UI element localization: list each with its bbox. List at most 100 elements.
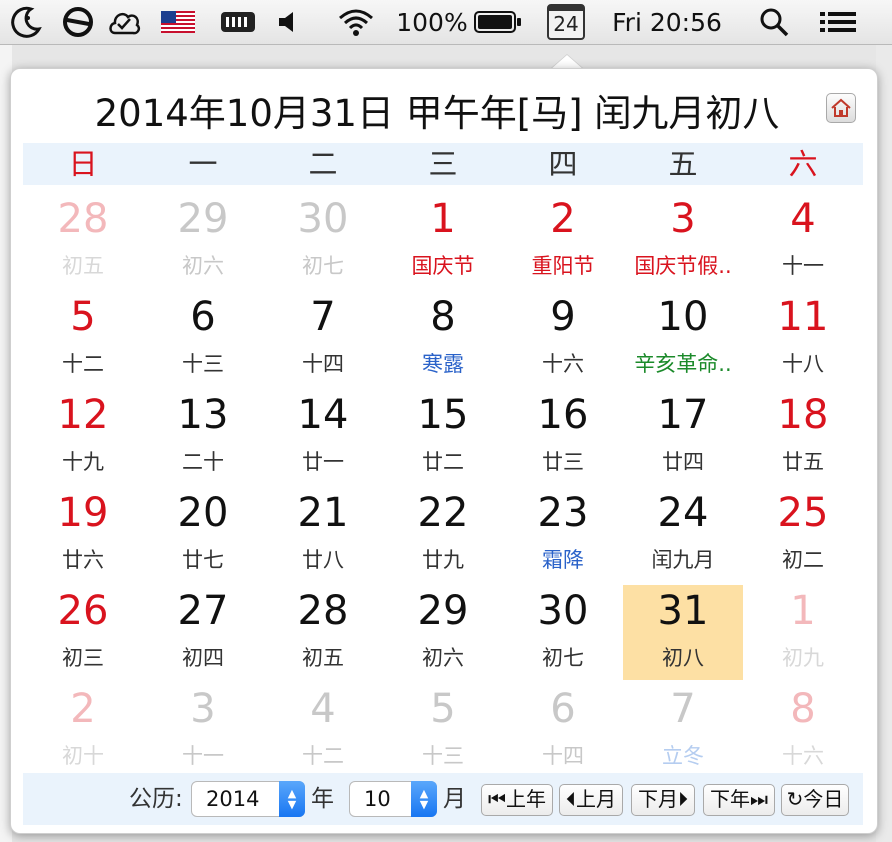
do-not-disturb-icon[interactable]	[58, 0, 98, 44]
battery-icon[interactable]	[472, 0, 524, 44]
day-cell[interactable]: 8 十六	[743, 683, 863, 778]
day-cell[interactable]: 6 十三	[143, 291, 263, 386]
day-cell[interactable]: 25 初二	[743, 487, 863, 582]
battery-percent[interactable]: 100%	[396, 0, 468, 44]
month-value: 10	[364, 787, 391, 811]
day-number: 31	[657, 588, 709, 634]
day-number: 17	[657, 392, 709, 438]
day-cell[interactable]: 19 廿六	[23, 487, 143, 582]
day-cell[interactable]: 24 闰九月	[623, 487, 743, 582]
day-cell[interactable]: 12 十九	[23, 389, 143, 484]
day-cell[interactable]: 30 初七	[263, 193, 383, 288]
lunar-label: 廿一	[302, 450, 344, 474]
menu-bar: 100% 24 Fri 20:56	[0, 0, 892, 45]
day-number: 21	[297, 490, 349, 536]
day-cell[interactable]: 13 二十	[143, 389, 263, 484]
day-number: 23	[537, 490, 589, 536]
day-cell[interactable]: 31 初八	[623, 585, 743, 680]
skip-back-icon: ⏮	[488, 787, 506, 811]
day-cell[interactable]: 5 十三	[383, 683, 503, 778]
lunar-label: 廿二	[422, 450, 464, 474]
next-month-button[interactable]: 下月⏵	[631, 784, 695, 816]
lunar-label: 初五	[62, 254, 104, 278]
wifi-icon[interactable]	[334, 0, 378, 44]
day-cell[interactable]: 21 廿八	[263, 487, 383, 582]
day-number: 10	[657, 294, 709, 340]
day-number: 22	[417, 490, 469, 536]
day-cell[interactable]: 2 重阳节	[503, 193, 623, 288]
lunar-label: 初三	[62, 646, 104, 670]
day-cell[interactable]: 20 廿七	[143, 487, 263, 582]
lunar-label: 十三	[182, 352, 224, 376]
day-cell[interactable]: 1 国庆节	[383, 193, 503, 288]
day-cell[interactable]: 28 初五	[263, 585, 383, 680]
day-cell[interactable]: 6 十四	[503, 683, 623, 778]
lunar-label: 初九	[782, 646, 824, 670]
day-cell[interactable]: 2 初十	[23, 683, 143, 778]
home-button[interactable]	[826, 93, 856, 123]
day-cell[interactable]: 17 廿四	[623, 389, 743, 484]
search-icon[interactable]	[754, 0, 794, 44]
day-cell[interactable]: 8 寒露	[383, 291, 503, 386]
day-cell[interactable]: 27 初四	[143, 585, 263, 680]
day-number: 2	[550, 196, 576, 242]
lunar-label: 十一	[182, 744, 224, 768]
moon-icon[interactable]	[6, 0, 46, 44]
lunar-label: 十六	[542, 352, 584, 376]
day-cell[interactable]: 29 初六	[383, 585, 503, 680]
month-stepper-icon[interactable]: ▲ ▼	[411, 781, 437, 817]
day-cell[interactable]: 5 十二	[23, 291, 143, 386]
day-cell[interactable]: 30 初七	[503, 585, 623, 680]
next-year-button[interactable]: 下年⏭	[703, 784, 775, 816]
prev-year-button[interactable]: ⏮上年	[481, 784, 553, 816]
day-cell[interactable]: 1 初九	[743, 585, 863, 680]
day-cell[interactable]: 3 国庆节假..	[623, 193, 743, 288]
weekday-thu: 四	[548, 147, 578, 181]
day-number: 27	[177, 588, 229, 634]
lunar-label: 廿四	[662, 450, 704, 474]
calendar-icon[interactable]: 24	[544, 0, 588, 44]
memory-icon[interactable]	[218, 0, 258, 44]
list-icon[interactable]	[814, 0, 862, 44]
day-number: 3	[670, 196, 696, 242]
day-cell[interactable]: 3 十一	[143, 683, 263, 778]
day-cell[interactable]: 23 霜降	[503, 487, 623, 582]
day-cell[interactable]: 11 十八	[743, 291, 863, 386]
day-cell[interactable]: 4 十一	[743, 193, 863, 288]
day-number: 20	[177, 490, 229, 536]
day-number: 8	[790, 686, 816, 732]
prev-month-button[interactable]: ⏴上月	[559, 784, 623, 816]
day-cell[interactable]: 28 初五	[23, 193, 143, 288]
day-number: 12	[57, 392, 109, 438]
day-cell[interactable]: 15 廿二	[383, 389, 503, 484]
day-cell[interactable]: 10 辛亥革命..	[623, 291, 743, 386]
day-cell[interactable]: 16 廿三	[503, 389, 623, 484]
today-button[interactable]: ↻今日	[781, 784, 849, 816]
day-cell[interactable]: 18 廿五	[743, 389, 863, 484]
day-number: 6	[190, 294, 216, 340]
weekday-header: 日 一 二 三 四 五 六	[23, 143, 863, 185]
us-flag-icon[interactable]	[158, 0, 198, 44]
day-cell[interactable]: 4 十二	[263, 683, 383, 778]
lunar-label: 二十	[182, 450, 224, 474]
day-cell[interactable]: 14 廿一	[263, 389, 383, 484]
year-select[interactable]: 2014 ▲ ▼	[191, 781, 305, 817]
lunar-label: 初六	[422, 646, 464, 670]
day-cell[interactable]: 9 十六	[503, 291, 623, 386]
day-number: 2	[70, 686, 96, 732]
lunar-label: 辛亥革命..	[634, 352, 732, 376]
cloud-check-icon[interactable]	[104, 0, 144, 44]
day-cell[interactable]: 26 初三	[23, 585, 143, 680]
clock[interactable]: Fri 20:56	[604, 0, 730, 44]
day-cell[interactable]: 29 初六	[143, 193, 263, 288]
day-cell[interactable]: 7 十四	[263, 291, 383, 386]
lunar-label: 廿三	[542, 450, 584, 474]
lunar-label: 廿六	[62, 548, 104, 572]
volume-icon[interactable]	[272, 0, 302, 44]
background-window-right	[876, 45, 892, 842]
day-cell[interactable]: 7 立冬	[623, 683, 743, 778]
year-stepper-icon[interactable]: ▲ ▼	[279, 781, 305, 817]
month-select[interactable]: 10 ▲ ▼	[349, 781, 437, 817]
day-cell[interactable]: 22 廿九	[383, 487, 503, 582]
lunar-label: 重阳节	[531, 254, 595, 278]
